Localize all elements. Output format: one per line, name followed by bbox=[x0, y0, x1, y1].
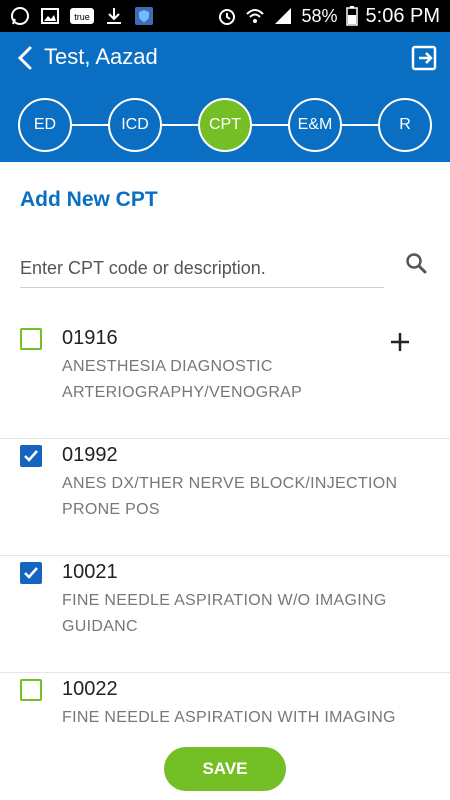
alarm-icon bbox=[217, 6, 237, 26]
checkmark-icon bbox=[24, 450, 38, 462]
gallery-icon bbox=[40, 6, 60, 26]
whatsapp-icon bbox=[10, 6, 30, 26]
patient-name-title: Test, Aazad bbox=[44, 44, 158, 69]
list-item: 01992 ANES DX/THER NERVE BLOCK/INJECTION… bbox=[0, 439, 450, 556]
cpt-code: 01916 bbox=[62, 327, 118, 349]
save-button[interactable]: SAVE bbox=[164, 747, 286, 791]
shield-app-icon bbox=[134, 6, 154, 26]
cpt-code: 01992 bbox=[62, 444, 118, 466]
truecaller-icon: true bbox=[70, 6, 94, 26]
stepper-connector bbox=[72, 124, 108, 126]
plus-icon[interactable] bbox=[388, 330, 412, 354]
step-em[interactable]: E&M bbox=[288, 98, 342, 152]
wifi-icon bbox=[245, 6, 265, 26]
checkbox-unchecked[interactable] bbox=[20, 328, 42, 350]
page-title: Add New CPT bbox=[20, 188, 158, 211]
status-bar: true 58% 5:06 PM bbox=[0, 0, 450, 32]
battery-icon bbox=[345, 6, 358, 26]
cpt-description: FINE NEEDLE ASPIRATION W/O IMAGING GUIDA… bbox=[62, 592, 387, 635]
cpt-description: FINE NEEDLE ASPIRATION WITH IMAGING bbox=[62, 709, 396, 726]
footer-bar: SAVE bbox=[0, 736, 450, 800]
step-cpt[interactable]: CPT bbox=[198, 98, 252, 152]
stepper-connector bbox=[252, 124, 288, 126]
stepper-connector bbox=[162, 124, 198, 126]
step-r[interactable]: R bbox=[378, 98, 432, 152]
battery-percent: 58% bbox=[301, 5, 338, 26]
cpt-list: 01916 ANESTHESIA DIAGNOSTIC ARTERIOGRAPH… bbox=[0, 322, 450, 790]
exit-icon[interactable] bbox=[410, 44, 438, 72]
step-ed[interactable]: ED bbox=[18, 98, 72, 152]
step-icd[interactable]: ICD bbox=[108, 98, 162, 152]
cpt-code: 10022 bbox=[62, 678, 118, 700]
stepper-connector bbox=[342, 124, 378, 126]
notification-icons: true bbox=[10, 6, 154, 26]
cpt-code: 10021 bbox=[62, 561, 118, 583]
checkbox-unchecked[interactable] bbox=[20, 679, 42, 701]
checkmark-icon bbox=[24, 567, 38, 579]
list-item: 10021 FINE NEEDLE ASPIRATION W/O IMAGING… bbox=[0, 556, 450, 673]
checkbox-checked[interactable] bbox=[20, 445, 42, 467]
clock: 5:06 PM bbox=[365, 4, 440, 27]
checkbox-checked[interactable] bbox=[20, 562, 42, 584]
app-header: Test, Aazad ED ICD CPT E&M R bbox=[0, 32, 450, 162]
signal-icon bbox=[273, 6, 293, 26]
workflow-stepper: ED ICD CPT E&M R bbox=[0, 94, 450, 154]
header-top-row: Test, Aazad bbox=[0, 32, 450, 84]
download-icon bbox=[104, 6, 124, 26]
search-icon[interactable] bbox=[404, 251, 428, 275]
chevron-left-icon[interactable] bbox=[14, 44, 38, 72]
search-input[interactable] bbox=[20, 250, 384, 288]
system-status: 58% 5:06 PM bbox=[217, 5, 440, 28]
cpt-description: ANESTHESIA DIAGNOSTIC ARTERIOGRAPHY/VENO… bbox=[62, 358, 303, 401]
list-item: 01916 ANESTHESIA DIAGNOSTIC ARTERIOGRAPH… bbox=[0, 322, 450, 439]
svg-text:true: true bbox=[74, 12, 90, 22]
cpt-description: ANES DX/THER NERVE BLOCK/INJECTION PRONE… bbox=[62, 475, 398, 518]
